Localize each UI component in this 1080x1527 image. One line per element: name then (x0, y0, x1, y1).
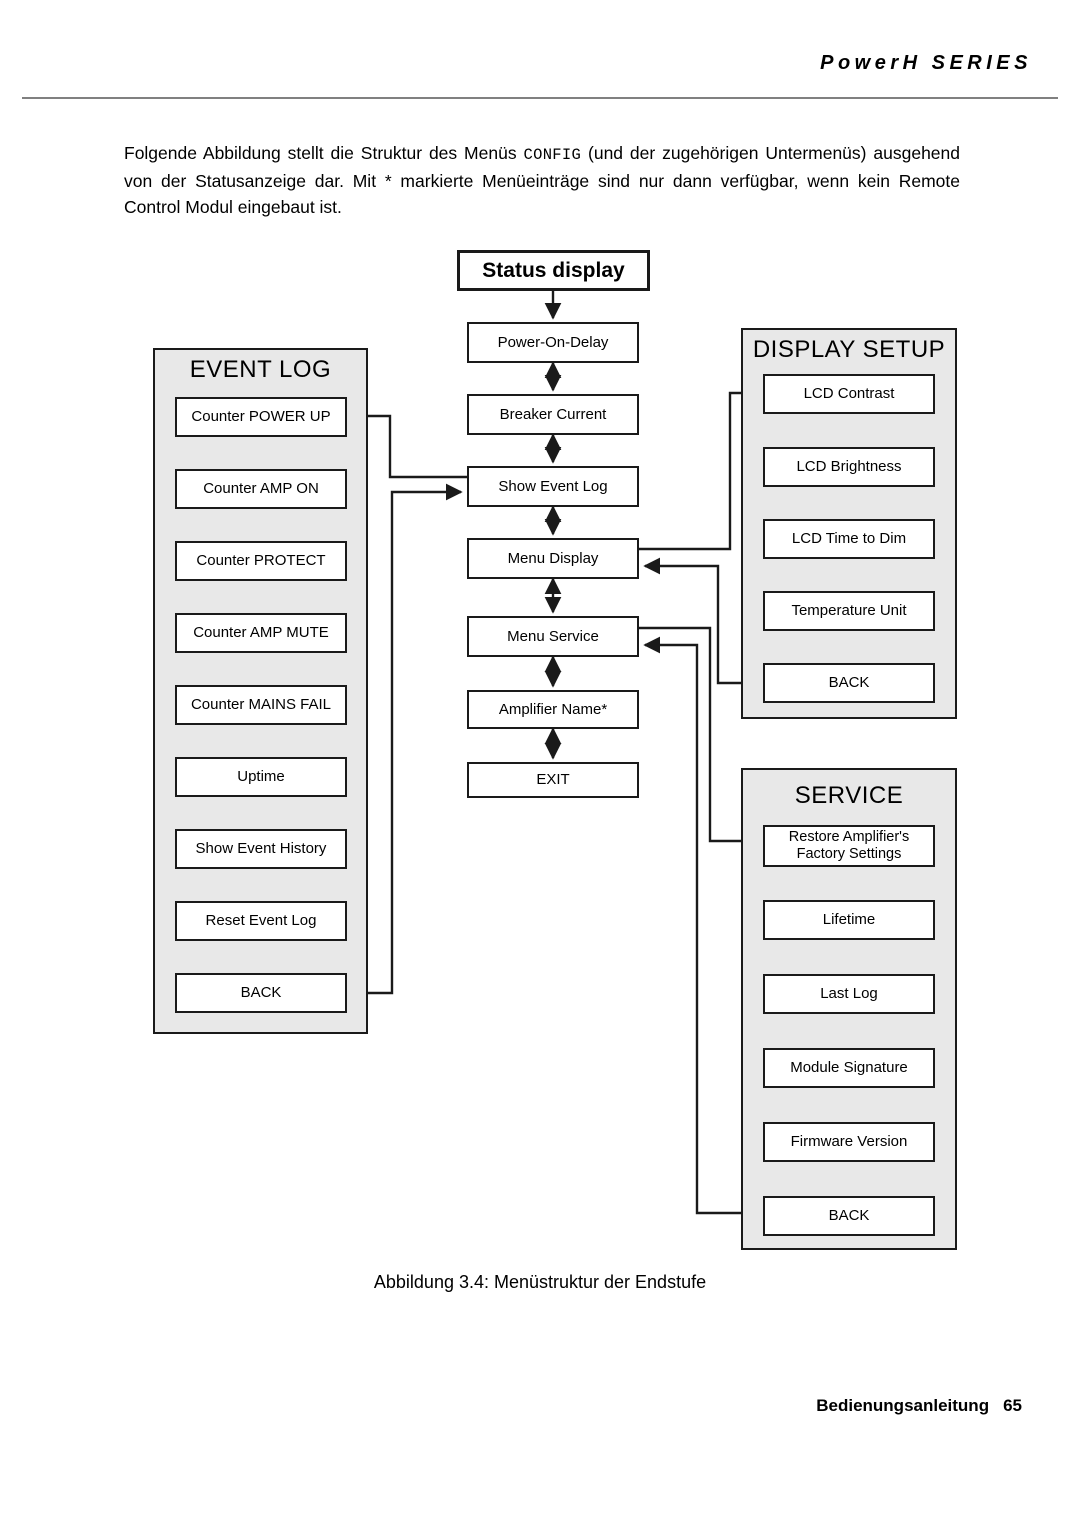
node-label: Power-On-Delay (497, 333, 609, 351)
node-label: Counter PROTECT (196, 552, 326, 569)
node-label: LCD Brightness (796, 458, 902, 475)
group-display-setup-title: DISPLAY SETUP (752, 336, 946, 363)
node-event-log-back[interactable]: BACK (175, 973, 347, 1013)
node-uptime[interactable]: Uptime (175, 757, 347, 797)
node-label: Temperature Unit (791, 602, 907, 619)
node-breaker-current[interactable]: Breaker Current (467, 394, 639, 435)
node-label-line1: Restore Amplifier's (788, 829, 910, 845)
node-label: BACK (828, 1207, 870, 1224)
page-number: 65 (1003, 1396, 1022, 1415)
node-exit[interactable]: EXIT (467, 762, 639, 798)
node-temperature-unit[interactable]: Temperature Unit (763, 591, 935, 631)
node-amplifier-name[interactable]: Amplifier Name* (467, 690, 639, 729)
node-label: Counter AMP MUTE (193, 624, 329, 641)
node-module-signature[interactable]: Module Signature (763, 1048, 935, 1088)
node-restore-factory-settings[interactable]: Restore Amplifier's Factory Settings (763, 825, 935, 867)
page-footer: Bedienungsanleitung 65 (816, 1396, 1022, 1416)
node-label: Reset Event Log (205, 912, 317, 929)
node-label: Counter AMP ON (203, 480, 319, 497)
node-label-line2: Factory Settings (796, 846, 902, 862)
node-label: Counter MAINS FAIL (190, 696, 332, 713)
node-label: Menu Display (507, 549, 599, 567)
node-show-event-history[interactable]: Show Event History (175, 829, 347, 869)
node-label: Firmware Version (790, 1133, 908, 1150)
node-firmware-version[interactable]: Firmware Version (763, 1122, 935, 1162)
node-label: LCD Contrast (803, 385, 895, 402)
node-label: Lifetime (822, 911, 876, 928)
node-label: Module Signature (790, 1059, 908, 1076)
node-label: BACK (828, 674, 870, 691)
node-label: Amplifier Name* (498, 700, 608, 718)
node-counter-amp-on[interactable]: Counter AMP ON (175, 469, 347, 509)
node-lcd-brightness[interactable]: LCD Brightness (763, 447, 935, 487)
node-menu-display[interactable]: Menu Display (467, 538, 639, 579)
node-label: Menu Service (507, 627, 599, 645)
node-label: Last Log (820, 985, 878, 1002)
node-label: Status display (482, 258, 625, 282)
node-menu-service[interactable]: Menu Service (467, 616, 639, 657)
node-status-display[interactable]: Status display (457, 250, 650, 291)
node-last-log[interactable]: Last Log (763, 974, 935, 1014)
node-lcd-contrast[interactable]: LCD Contrast (763, 374, 935, 414)
node-display-setup-back[interactable]: BACK (763, 663, 935, 703)
node-service-back[interactable]: BACK (763, 1196, 935, 1236)
node-label: Show Event Log (498, 477, 608, 495)
node-label: LCD Time to Dim (791, 530, 907, 547)
node-counter-power-up[interactable]: Counter POWER UP (175, 397, 347, 437)
figure-caption: Abbildung 3.4: Menüstruktur der Endstufe (373, 1272, 707, 1292)
node-label: Show Event History (195, 840, 327, 857)
menu-structure-diagram: Status display Power-On-Delay Breaker Cu… (0, 0, 1080, 1290)
node-reset-event-log[interactable]: Reset Event Log (175, 901, 347, 941)
group-service-title: SERVICE (794, 782, 904, 809)
node-power-on-delay[interactable]: Power-On-Delay (467, 322, 639, 363)
node-label: Breaker Current (499, 405, 607, 423)
group-event-log-title: EVENT LOG (189, 356, 332, 383)
node-lifetime[interactable]: Lifetime (763, 900, 935, 940)
node-counter-amp-mute[interactable]: Counter AMP MUTE (175, 613, 347, 653)
node-label: Counter POWER UP (191, 408, 331, 425)
node-label: BACK (240, 984, 282, 1001)
node-counter-protect[interactable]: Counter PROTECT (175, 541, 347, 581)
node-label: EXIT (536, 771, 570, 788)
footer-label: Bedienungsanleitung (816, 1396, 990, 1415)
node-counter-mains-fail[interactable]: Counter MAINS FAIL (175, 685, 347, 725)
node-show-event-log[interactable]: Show Event Log (467, 466, 639, 507)
node-lcd-time-to-dim[interactable]: LCD Time to Dim (763, 519, 935, 559)
node-label: Uptime (237, 768, 285, 785)
